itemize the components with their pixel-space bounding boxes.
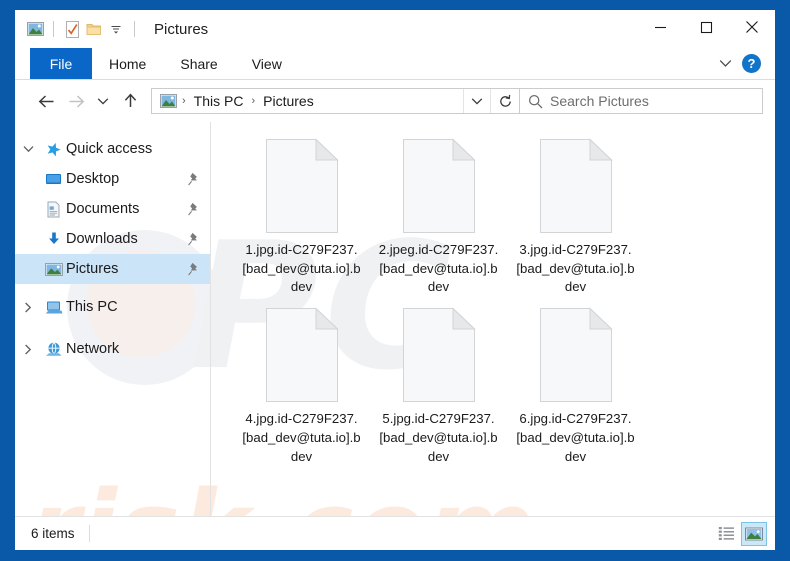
- recent-locations-icon[interactable]: [91, 87, 115, 115]
- blank-document-icon: [401, 307, 477, 403]
- picture-icon[interactable]: [24, 18, 46, 40]
- status-bar: 6 items: [15, 516, 775, 550]
- details-view-button[interactable]: [713, 522, 739, 546]
- sidebar-item-label: Quick access: [66, 141, 153, 157]
- title-bar: Pictures: [15, 10, 775, 48]
- star-icon: [41, 141, 66, 158]
- status-divider: [88, 525, 90, 542]
- network-icon: [41, 341, 66, 357]
- navigation-pane: Quick access Desktop Documents Downloads…: [15, 122, 210, 516]
- maximize-button[interactable]: [683, 10, 729, 44]
- window-title: Pictures: [154, 20, 209, 38]
- item-count: 6 items: [31, 526, 75, 541]
- window-controls: [637, 10, 775, 48]
- screenshot-root: Pictures File Home Share View ? › This P…: [0, 0, 790, 561]
- file-name: 4.jpg.id-C279F237.[bad_dev@tuta.io].bdev: [242, 411, 361, 464]
- sidebar-item-label: Desktop: [66, 171, 120, 187]
- sidebar-item-label: Downloads: [66, 231, 138, 247]
- chevron-down-icon[interactable]: [719, 55, 732, 73]
- forward-arrow-icon[interactable]: [61, 87, 91, 115]
- file-name: 3.jpg.id-C279F237.[bad_dev@tuta.io].bdev: [516, 242, 635, 295]
- blank-document-icon: [538, 138, 614, 234]
- chevron-right-icon[interactable]: [15, 302, 41, 313]
- file-name: 5.jpg.id-C279F237.[bad_dev@tuta.io].bdev: [379, 411, 498, 464]
- file-name: 1.jpg.id-C279F237.[bad_dev@tuta.io].bdev: [242, 242, 361, 295]
- search-placeholder: Search Pictures: [550, 93, 649, 109]
- help-button[interactable]: ?: [742, 54, 761, 73]
- properties-checkmark-icon[interactable]: [61, 18, 83, 40]
- sidebar-item-this-pc[interactable]: This PC: [15, 292, 210, 322]
- breadcrumb-this-pc[interactable]: This PC: [189, 93, 249, 109]
- sidebar-item-label: Documents: [66, 201, 140, 217]
- blank-document-icon: [264, 138, 340, 234]
- sidebar-item-quick-access[interactable]: Quick access: [15, 134, 210, 164]
- quick-access-toolbar: [15, 18, 142, 40]
- sidebar-item-label: This PC: [66, 299, 118, 315]
- desktop-icon: [41, 172, 66, 187]
- breadcrumb: › This PC › Pictures: [152, 93, 463, 109]
- this-pc-icon: [41, 300, 66, 315]
- breadcrumb-separator-1: ›: [182, 95, 186, 107]
- tab-view[interactable]: View: [235, 48, 299, 79]
- sidebar-item-network[interactable]: Network: [15, 334, 210, 364]
- large-icons-view-button[interactable]: [741, 521, 767, 546]
- toolbar-divider-2: [134, 21, 135, 37]
- tab-home[interactable]: Home: [92, 48, 163, 79]
- documents-icon: [41, 201, 66, 218]
- toolbar-divider-1: [53, 21, 54, 37]
- back-arrow-icon[interactable]: [31, 87, 61, 115]
- pin-icon[interactable]: [187, 202, 200, 216]
- file-name: 2.jpeg.id-C279F237.[bad_dev@tuta.io].bde…: [378, 242, 499, 295]
- file-name: 6.jpg.id-C279F237.[bad_dev@tuta.io].bdev: [516, 411, 635, 464]
- customize-dropdown-icon[interactable]: [105, 18, 127, 40]
- file-item[interactable]: 5.jpg.id-C279F237.[bad_dev@tuta.io].bdev: [370, 307, 507, 466]
- pictures-icon: [41, 262, 66, 277]
- up-arrow-icon[interactable]: [115, 87, 145, 115]
- address-dropdown-icon[interactable]: [463, 89, 490, 113]
- chevron-right-icon[interactable]: [15, 344, 41, 355]
- tab-share[interactable]: Share: [163, 48, 234, 79]
- refresh-icon[interactable]: [490, 89, 519, 113]
- sidebar-item-label: Network: [66, 341, 120, 357]
- sidebar-item-downloads[interactable]: Downloads: [15, 224, 210, 254]
- view-toggle-group: [713, 521, 767, 546]
- sidebar-item-documents[interactable]: Documents: [15, 194, 210, 224]
- ribbon-right-controls: ?: [719, 48, 775, 79]
- explorer-window: Pictures File Home Share View ? › This P…: [15, 10, 775, 550]
- blank-document-icon: [538, 307, 614, 403]
- pin-icon[interactable]: [187, 232, 200, 246]
- file-item[interactable]: 2.jpeg.id-C279F237.[bad_dev@tuta.io].bde…: [370, 138, 507, 297]
- search-icon: [520, 94, 550, 109]
- minimize-button[interactable]: [637, 10, 683, 44]
- file-item[interactable]: 6.jpg.id-C279F237.[bad_dev@tuta.io].bdev: [507, 307, 644, 466]
- sidebar-item-pictures[interactable]: Pictures: [15, 254, 210, 284]
- downloads-icon: [41, 231, 66, 247]
- close-button[interactable]: [729, 10, 775, 44]
- sidebar-item-desktop[interactable]: Desktop: [15, 164, 210, 194]
- search-input[interactable]: Search Pictures: [520, 88, 763, 114]
- tab-file[interactable]: File: [30, 48, 92, 79]
- new-folder-icon[interactable]: [83, 18, 105, 40]
- blank-document-icon: [264, 307, 340, 403]
- sidebar-item-label: Pictures: [66, 261, 119, 277]
- file-list-pane[interactable]: 1.jpg.id-C279F237.[bad_dev@tuta.io].bdev…: [211, 122, 775, 516]
- file-item[interactable]: 1.jpg.id-C279F237.[bad_dev@tuta.io].bdev: [233, 138, 370, 297]
- blank-document-icon: [401, 138, 477, 234]
- file-grid: 1.jpg.id-C279F237.[bad_dev@tuta.io].bdev…: [211, 122, 775, 476]
- pin-icon[interactable]: [187, 172, 200, 186]
- navigation-bar: › This PC › Pictures Search Pictures: [15, 80, 775, 122]
- address-bar[interactable]: › This PC › Pictures: [151, 88, 520, 114]
- chevron-down-icon[interactable]: [15, 145, 41, 153]
- breadcrumb-pictures[interactable]: Pictures: [258, 93, 319, 109]
- breadcrumb-separator-2: ›: [251, 95, 256, 107]
- file-item[interactable]: 4.jpg.id-C279F237.[bad_dev@tuta.io].bdev: [233, 307, 370, 466]
- explorer-body: PC risk.com Quick access Desktop Documen…: [15, 122, 775, 550]
- file-item[interactable]: 3.jpg.id-C279F237.[bad_dev@tuta.io].bdev: [507, 138, 644, 297]
- breadcrumb-picture-icon[interactable]: [158, 94, 179, 108]
- pin-icon[interactable]: [187, 262, 200, 276]
- ribbon-tabs: File Home Share View ?: [15, 48, 775, 79]
